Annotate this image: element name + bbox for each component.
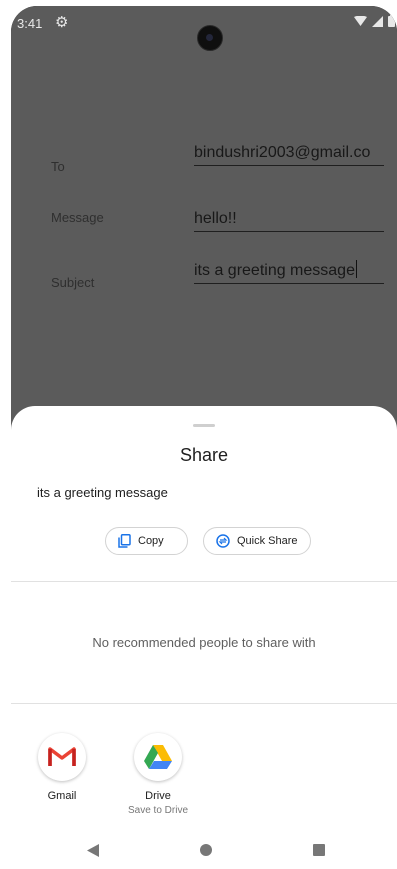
subject-field[interactable]: its a greeting message [194, 260, 384, 284]
gear-icon: ⚙ [55, 14, 69, 31]
battery-icon [388, 15, 395, 27]
status-time: 3:41 [17, 16, 43, 31]
home-icon[interactable] [200, 844, 212, 856]
message-field[interactable]: hello!! [194, 210, 384, 232]
divider [11, 581, 397, 582]
divider [11, 703, 397, 704]
wifi-icon [354, 15, 368, 26]
text-cursor [355, 260, 357, 278]
front-camera [197, 25, 223, 51]
phone-frame: 3:41 ⚙ To bindushri2003@gmail.co Message… [11, 6, 397, 869]
system-icons [354, 14, 395, 30]
quick-share-button[interactable]: Quick Share [203, 527, 311, 555]
to-label: To [51, 159, 65, 174]
drag-handle[interactable] [193, 424, 215, 427]
gmail-icon [38, 733, 86, 781]
quick-share-icon [216, 534, 230, 548]
copy-icon [118, 534, 131, 548]
back-icon[interactable] [87, 844, 99, 857]
recents-icon[interactable] [313, 844, 325, 856]
message-label: Message [51, 210, 104, 225]
subject-label: Subject [51, 275, 95, 290]
subject-field-text: its a greeting message [194, 262, 355, 279]
copy-button-label: Copy [138, 535, 164, 547]
google-drive-icon [134, 733, 182, 781]
share-target-gmail[interactable]: Gmail [22, 733, 102, 802]
app-name-gmail: Gmail [47, 790, 77, 802]
to-field[interactable]: bindushri2003@gmail.co [194, 144, 384, 166]
app-subtitle-drive: Save to Drive [127, 805, 189, 816]
no-recommended-people-text: No recommended people to share with [92, 635, 316, 650]
share-target-drive[interactable]: Drive Save to Drive [118, 733, 198, 816]
copy-button[interactable]: Copy [105, 527, 188, 555]
shared-text-preview: its a greeting message [37, 485, 168, 500]
app-name-drive: Drive [145, 790, 171, 802]
share-sheet: Share its a greeting message Copy Quick … [11, 406, 397, 869]
navigation-bar [11, 839, 397, 869]
share-title: Share [179, 445, 229, 465]
quick-share-button-label: Quick Share [237, 535, 298, 547]
cell-signal-icon [372, 16, 384, 27]
